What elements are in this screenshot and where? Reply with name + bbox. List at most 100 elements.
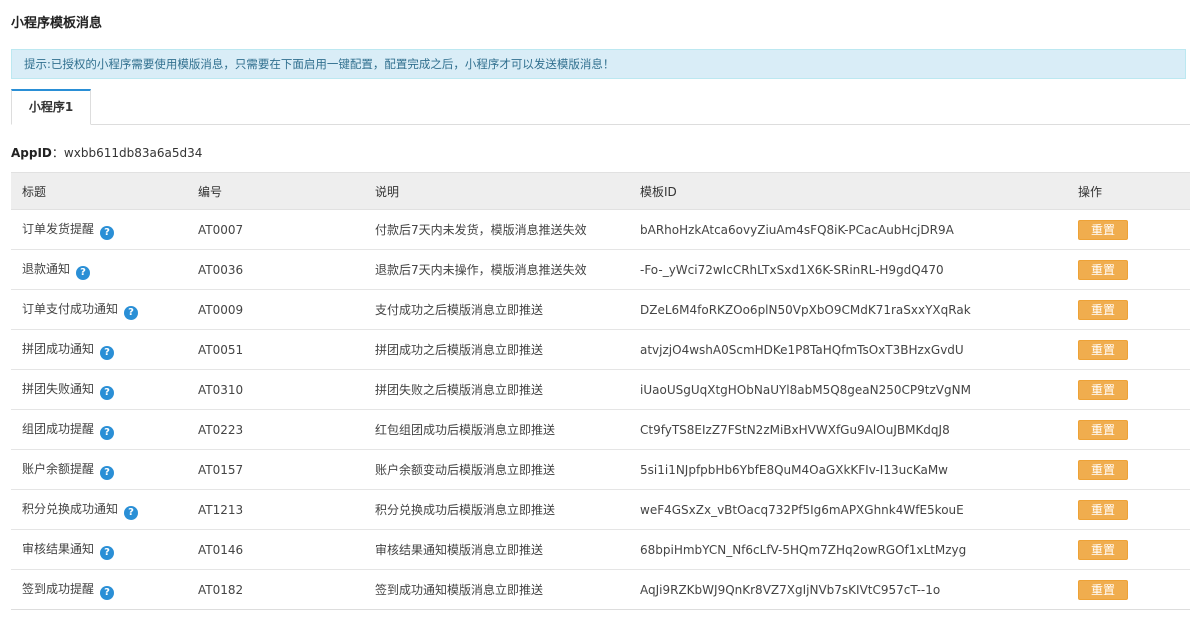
row-title: 账户余额提醒: [22, 461, 95, 476]
tab-bar: 小程序1: [11, 89, 1190, 125]
reset-button[interactable]: 重置: [1078, 219, 1128, 240]
row-desc: 积分兑换成功后模版消息立即推送: [375, 489, 640, 530]
reset-button[interactable]: 重置: [1078, 539, 1128, 560]
row-code: AT0182: [198, 569, 375, 610]
table-row: 拼团失败通知? AT0310 拼团失败之后模版消息立即推送 iUaoUSgUqXtgH…: [11, 369, 1190, 410]
reset-button[interactable]: 重置: [1078, 339, 1128, 360]
table-row: 审核结果通知? AT0146 审核结果通知模版消息立即推送 68bpiHmbYCN_N…: [11, 529, 1190, 570]
row-title: 订单发货提醒: [22, 221, 95, 236]
reset-button[interactable]: 重置: [1078, 299, 1128, 320]
row-desc: 拼团成功之后模版消息立即推送: [375, 329, 640, 370]
header-code: 编号: [198, 172, 375, 210]
table-row: 订单发货提醒? AT0007 付款后7天内未发货，模版消息推送失效 bARhoHzkA…: [11, 209, 1190, 250]
question-circle-icon[interactable]: ?: [100, 425, 115, 440]
row-action-cell: 重置: [1078, 529, 1190, 570]
row-title: 订单支付成功通知: [22, 301, 119, 316]
row-template-id: -Fo-_yWci72wIcCRhLTxSxd1X6K-SRinRL-H9gdQ…: [640, 249, 1078, 290]
row-template-id: Ct9fyTS8EIzZ7FStN2zMiBxHVWXfGu9AlOuJBMKd…: [640, 409, 1078, 450]
row-title-cell: 订单发货提醒?: [11, 209, 198, 250]
row-title-cell: 订单支付成功通知?: [11, 289, 198, 330]
appid-line: AppID：wxbb611db83a6a5d34: [11, 144, 202, 161]
table-row: 订单支付成功通知? AT0009 支付成功之后模版消息立即推送 DZeL6M4foRK…: [11, 289, 1190, 330]
row-code: AT1213: [198, 489, 375, 530]
question-circle-icon[interactable]: ?: [124, 305, 139, 320]
row-action-cell: 重置: [1078, 409, 1190, 450]
row-title: 积分兑换成功通知: [22, 501, 119, 516]
page-title: 小程序模板消息: [11, 16, 103, 31]
row-title: 拼团成功通知: [22, 341, 95, 356]
question-circle-icon[interactable]: ?: [100, 585, 115, 600]
template-table: 标题 编号 说明 模板ID 操作 订单发货提醒? AT0007 付款后7天内未发货，…: [11, 172, 1190, 610]
row-title: 退款通知: [22, 261, 71, 276]
header-template-id: 模板ID: [640, 172, 1078, 210]
row-title-cell: 拼团失败通知?: [11, 369, 198, 410]
header-desc: 说明: [375, 172, 640, 210]
question-circle-icon[interactable]: ?: [100, 385, 115, 400]
reset-button[interactable]: 重置: [1078, 379, 1128, 400]
row-code: AT0310: [198, 369, 375, 410]
row-desc: 拼团失败之后模版消息立即推送: [375, 369, 640, 410]
row-title-cell: 审核结果通知?: [11, 529, 198, 570]
row-template-id: bARhoHzkAtca6ovyZiuAm4sFQ8iK-PCacAubHcjD…: [640, 209, 1078, 250]
reset-button[interactable]: 重置: [1078, 459, 1128, 480]
table-row: 账户余额提醒? AT0157 账户余额变动后模版消息立即推送 5si1i1NJpfpb…: [11, 449, 1190, 490]
row-template-id: AqJi9RZKbWJ9QnKr8VZ7XgIjNVb7sKIVtC957cT-…: [640, 569, 1078, 610]
row-action-cell: 重置: [1078, 249, 1190, 290]
appid-value: wxbb611db83a6a5d34: [63, 146, 203, 160]
row-desc: 账户余额变动后模版消息立即推送: [375, 449, 640, 490]
row-template-id: iUaoUSgUqXtgHObNaUYl8abM5Q8geaN250CP9tzV…: [640, 369, 1078, 410]
row-template-id: weF4GSxZx_vBtOacq732Pf5Ig6mAPXGhnk4WfE5k…: [640, 489, 1078, 530]
table-row: 退款通知? AT0036 退款后7天内未操作，模版消息推送失效 -Fo-_yWci72…: [11, 249, 1190, 290]
header-action: 操作: [1078, 172, 1190, 210]
reset-button[interactable]: 重置: [1078, 579, 1128, 600]
row-desc: 退款后7天内未操作，模版消息推送失效: [375, 249, 640, 290]
row-code: AT0146: [198, 529, 375, 570]
row-action-cell: 重置: [1078, 329, 1190, 370]
row-title: 拼团失败通知: [22, 381, 95, 396]
row-desc: 红包组团成功后模版消息立即推送: [375, 409, 640, 450]
table-row: 签到成功提醒? AT0182 签到成功通知模版消息立即推送 AqJi9RZKbWJ9Q…: [11, 569, 1190, 610]
row-title: 组团成功提醒: [22, 421, 95, 436]
row-desc: 签到成功通知模版消息立即推送: [375, 569, 640, 610]
row-title-cell: 组团成功提醒?: [11, 409, 198, 450]
row-code: AT0009: [198, 289, 375, 330]
header-title: 标题: [11, 172, 198, 210]
appid-label: AppID: [11, 146, 52, 160]
question-circle-icon[interactable]: ?: [124, 505, 139, 520]
row-action-cell: 重置: [1078, 489, 1190, 530]
row-title-cell: 账户余额提醒?: [11, 449, 198, 490]
question-circle-icon[interactable]: ?: [76, 265, 91, 280]
row-title-cell: 签到成功提醒?: [11, 569, 198, 610]
row-code: AT0007: [198, 209, 375, 250]
appid-separator: ：: [51, 146, 64, 160]
row-title-cell: 积分兑换成功通知?: [11, 489, 198, 530]
row-title: 审核结果通知: [22, 541, 95, 556]
row-template-id: 68bpiHmbYCN_Nf6cLfV-5HQm7ZHq2owRGOf1xLtM…: [640, 529, 1078, 570]
row-action-cell: 重置: [1078, 209, 1190, 250]
row-desc: 支付成功之后模版消息立即推送: [375, 289, 640, 330]
reset-button[interactable]: 重置: [1078, 259, 1128, 280]
reset-button[interactable]: 重置: [1078, 419, 1128, 440]
row-code: AT0036: [198, 249, 375, 290]
tab-miniprogram-1[interactable]: 小程序1: [11, 89, 91, 125]
question-circle-icon[interactable]: ?: [100, 345, 115, 360]
question-circle-icon[interactable]: ?: [100, 225, 115, 240]
row-title-cell: 拼团成功通知?: [11, 329, 198, 370]
row-template-id: 5si1i1NJpfpbHb6YbfE8QuM4OaGXkKFIv-I13ucK…: [640, 449, 1078, 490]
reset-button[interactable]: 重置: [1078, 499, 1128, 520]
question-circle-icon[interactable]: ?: [100, 545, 115, 560]
row-action-cell: 重置: [1078, 289, 1190, 330]
row-code: AT0051: [198, 329, 375, 370]
notice-alert: 提示:已授权的小程序需要使用模版消息，只需要在下面启用一键配置，配置完成之后，小…: [11, 49, 1186, 79]
table-row: 组团成功提醒? AT0223 红包组团成功后模版消息立即推送 Ct9fyTS8EIzZ…: [11, 409, 1190, 450]
table-row: 积分兑换成功通知? AT1213 积分兑换成功后模版消息立即推送 weF4GSxZx_…: [11, 489, 1190, 530]
row-action-cell: 重置: [1078, 449, 1190, 490]
row-code: AT0223: [198, 409, 375, 450]
row-template-id: DZeL6M4foRKZOo6plN50VpXbO9CMdK71raSxxYXq…: [640, 289, 1078, 330]
table-row: 拼团成功通知? AT0051 拼团成功之后模版消息立即推送 atvjzjO4wshA0…: [11, 329, 1190, 370]
row-desc: 审核结果通知模版消息立即推送: [375, 529, 640, 570]
row-title-cell: 退款通知?: [11, 249, 198, 290]
row-title: 签到成功提醒: [22, 581, 95, 596]
row-action-cell: 重置: [1078, 369, 1190, 410]
question-circle-icon[interactable]: ?: [100, 465, 115, 480]
